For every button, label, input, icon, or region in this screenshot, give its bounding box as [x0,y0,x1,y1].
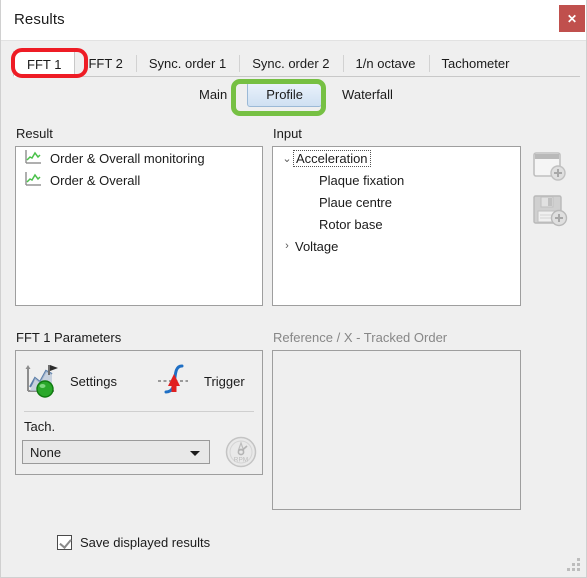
tab-label: Sync. order 1 [148,56,227,71]
chevron-down-icon [190,451,200,456]
resize-grip[interactable] [567,558,581,572]
tree-node-label: Rotor base [319,216,383,232]
subtab-waterfall[interactable]: Waterfall [334,83,401,106]
tach-selected-value: None [30,444,62,460]
tree-node-label: Acceleration [293,149,371,167]
reference-panel[interactable] [272,350,521,510]
tab-label: FFT 2 [88,56,123,71]
window-title: Results [14,11,65,28]
tab-fft-1[interactable]: FFT 1 [13,51,76,77]
tree-node[interactable]: Plaue centre [273,191,520,213]
tree-node-label: Voltage [295,238,339,254]
tab-strip: FFT 1 FFT 2 Sync. order 1 Sync. order 2 1/n … [1,41,586,77]
tab-label: Tachometer [441,56,510,71]
trigger-button[interactable]: Trigger [154,359,260,403]
tab-label: FFT 1 [27,56,62,72]
add-window-icon[interactable] [532,150,569,184]
result-section-label: Result [16,126,53,141]
list-item-label: Order & Overall [50,172,141,188]
tab-label: Sync. order 2 [252,56,330,71]
tab-tachometer[interactable]: Tachometer [428,51,523,77]
tach-label: Tach. [24,419,56,434]
list-item-label: Order & Overall monitoring [50,150,205,166]
reference-section-label: Reference / X - Tracked Order [273,330,448,345]
tab-fft-2[interactable]: FFT 2 [75,51,136,77]
save-displayed-results-label: Save displayed results [80,535,211,550]
parameters-panel: Settings Trigger Tach. None RPM [15,350,263,475]
save-displayed-results-checkbox[interactable] [57,535,72,550]
sub-tab-strip: Main Profile Waterfall [1,82,586,114]
tab-strip-underline [517,76,580,77]
settings-button[interactable]: Settings [22,359,142,403]
results-dialog: Results ✕ FFT 1 FFT 2 Sync. order 1 Sync. o… [0,0,587,578]
subtab-profile[interactable]: Profile [247,82,323,107]
tree-node[interactable]: ⌄ Acceleration [273,147,520,169]
tab-1-n-octave[interactable]: 1/n octave [342,51,429,77]
tab-label: 1/n octave [355,56,416,71]
tab-sync-order-1[interactable]: Sync. order 1 [135,51,240,77]
parameters-divider [24,411,254,412]
parameters-section-label: FFT 1 Parameters [16,330,122,345]
chevron-right-icon[interactable]: › [279,240,295,252]
chart-icon [24,171,42,190]
save-add-icon[interactable] [532,193,569,230]
tree-node-label: Plaque fixation [319,172,405,188]
main-tabs: FFT 1 FFT 2 Sync. order 1 Sync. order 2 1/n … [13,51,523,77]
chart-icon [24,149,42,168]
tree-node[interactable]: › Voltage [273,235,520,257]
subtab-main[interactable]: Main [191,83,235,106]
input-section-label: Input [273,126,302,141]
tree-node[interactable]: Plaque fixation [273,169,520,191]
settings-label: Settings [70,373,117,389]
tree-node[interactable]: Rotor base [273,213,520,235]
rpm-gauge-icon[interactable]: RPM [224,435,258,469]
settings-chart-icon [22,361,62,402]
trigger-label: Trigger [204,373,245,389]
list-item[interactable]: Order & Overall [16,169,262,191]
input-tree[interactable]: ⌄ Acceleration Plaque fixation Plaue centre… [272,146,521,306]
svg-text:RPM: RPM [234,457,248,464]
result-list[interactable]: Order & Overall monitoring Order & Overal… [15,146,263,306]
tab-sync-order-2[interactable]: Sync. order 2 [239,51,343,77]
sub-tabs: Main Profile Waterfall [191,82,401,107]
close-button[interactable]: ✕ [559,5,585,32]
title-bar: Results ✕ [1,0,586,41]
save-displayed-results-row[interactable]: Save displayed results [57,535,210,550]
trigger-curve-icon [154,362,196,401]
list-item[interactable]: Order & Overall monitoring [16,147,262,169]
tree-node-label: Plaue centre [319,194,392,210]
tach-dropdown[interactable]: None [22,440,210,464]
